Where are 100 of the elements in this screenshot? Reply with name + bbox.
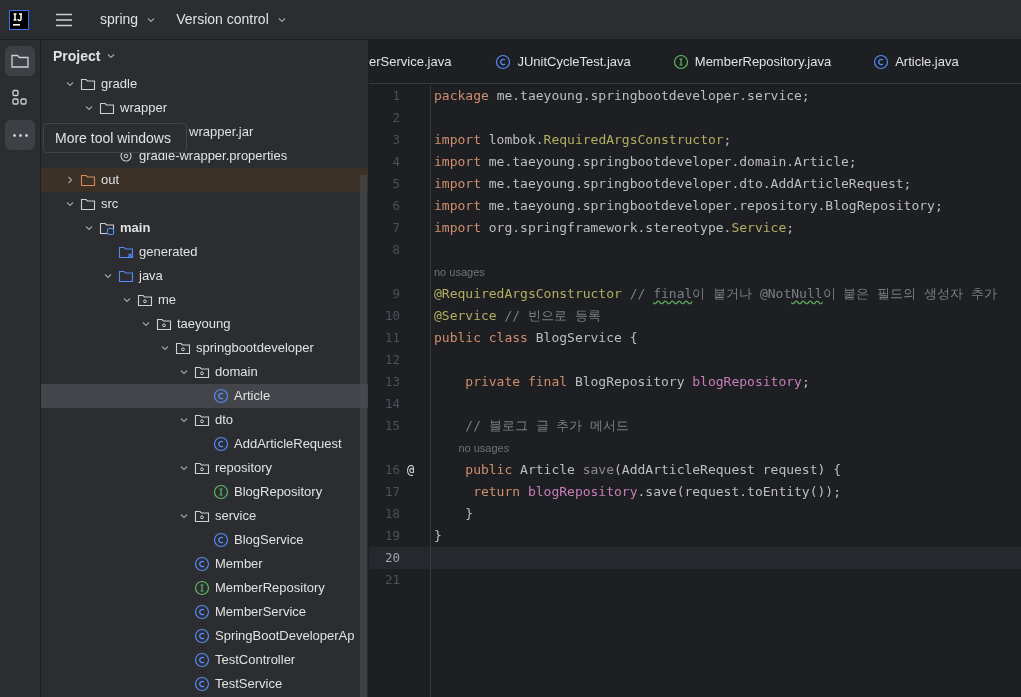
panel-title[interactable]: Project (53, 45, 101, 67)
tree-item[interactable]: AddArticleRequest (198, 434, 342, 454)
tree-item[interactable]: MemberService (179, 602, 307, 622)
code-line: public Article save(AddArticleRequest request) { (464, 461, 841, 480)
interface-icon (194, 580, 210, 596)
menu-icon[interactable] (55, 12, 73, 27)
class-icon (194, 556, 210, 572)
tool-window-button[interactable] (5, 46, 35, 76)
code-line: import me.taeyoung.springbootdeveloper.domain.Article; (433, 153, 857, 172)
chevron-down-icon[interactable] (84, 103, 94, 113)
code-line: } (433, 527, 442, 546)
app-logo-icon[interactable] (9, 9, 29, 30)
tab-label: Article.java (895, 52, 959, 71)
source-folder-icon (99, 220, 115, 236)
tree-item[interactable]: wrapper (84, 98, 167, 118)
gutter-mark[interactable]: @ (407, 461, 415, 479)
caret-icon[interactable] (106, 51, 117, 61)
code-line: private final BlogRepository blogRepository; (464, 373, 810, 392)
tree-item[interactable]: domain (179, 362, 258, 382)
line-number: 20 (383, 548, 400, 567)
tree-item[interactable]: src (65, 194, 119, 214)
tree-item[interactable]: out (65, 170, 120, 190)
class-icon (194, 628, 210, 644)
tooltip: More tool windows (43, 123, 187, 153)
editor-tab[interactable]: JUnitCycleTest.java (495, 40, 673, 83)
tree-item[interactable]: TestService (179, 674, 283, 694)
tree-item[interactable]: Member (179, 554, 263, 574)
package-icon (194, 460, 210, 476)
chevron-down-icon[interactable] (179, 511, 189, 521)
code-line: import org.springframework.stereotype.Service; (433, 219, 795, 238)
class-icon (213, 388, 229, 404)
code-line: } (464, 505, 474, 524)
chevron-down-icon[interactable] (65, 79, 75, 89)
vcs-dropdown[interactable]: Version control (176, 9, 287, 30)
inlay-hint[interactable]: no usages (431, 439, 510, 457)
package-icon (194, 364, 210, 380)
tree-item[interactable]: generated (103, 242, 198, 262)
package-icon (194, 508, 210, 524)
package-icon (175, 340, 191, 356)
code-line: import me.taeyoung.springbootdeveloper.repository.BlogRepository; (433, 197, 943, 216)
editor-tab[interactable]: MemberRepository.java (672, 40, 874, 83)
tree-item[interactable]: SpringBootDeveloperAp (179, 626, 355, 646)
tree-item[interactable]: Article (198, 386, 271, 406)
tree-item[interactable]: springbootdeveloper (160, 338, 314, 358)
folder-icon (99, 100, 115, 116)
generated-folder-icon (118, 244, 134, 260)
tab-label: erService.java (369, 52, 452, 71)
package-icon (137, 292, 153, 308)
chevron-right-icon[interactable] (65, 175, 75, 185)
folder-icon (80, 172, 96, 188)
chevron-down-icon[interactable] (179, 463, 189, 473)
code-line: @Service // 빈으로 등록 (433, 307, 601, 326)
tree-item[interactable]: BlogRepository (198, 482, 323, 502)
inlay-hint[interactable]: no usages (431, 263, 485, 281)
tree-item[interactable]: service (179, 506, 257, 526)
tool-window-button[interactable] (5, 120, 35, 150)
project-dropdown[interactable]: spring (100, 9, 157, 30)
class-icon (194, 604, 210, 620)
code-line: // 블로그 글 추가 메서드 (464, 417, 630, 436)
chevron-down-icon[interactable] (141, 319, 151, 329)
tree-item[interactable]: wrapper.jar (189, 122, 254, 142)
chevron-down-icon[interactable] (65, 199, 75, 209)
tab-label: JUnitCycleTest.java (517, 52, 631, 71)
class-icon (194, 652, 210, 668)
tree-item[interactable]: taeyoung (141, 314, 231, 334)
folder-icon (80, 196, 96, 212)
tree-item[interactable]: java (103, 266, 163, 286)
package-icon (156, 316, 172, 332)
chevron-down-icon[interactable] (179, 367, 189, 377)
chevron-down-icon[interactable] (179, 415, 189, 425)
code-line: return blogRepository.save(request.toEntity()); (472, 483, 841, 502)
class-icon (873, 53, 890, 70)
scrollbar[interactable] (360, 175, 367, 697)
tab-label: MemberRepository.java (694, 52, 832, 71)
chevron-down-icon[interactable] (122, 295, 132, 305)
tree-item[interactable]: main (84, 218, 151, 238)
class-icon (213, 532, 229, 548)
package-icon (194, 412, 210, 428)
chevron-down-icon[interactable] (160, 343, 170, 353)
code-line: package me.taeyoung.springbootdeveloper.service; (433, 87, 810, 106)
tree-item[interactable]: repository (179, 458, 273, 478)
tree-item[interactable]: dto (179, 410, 234, 430)
tree-item[interactable]: TestController (179, 650, 296, 670)
chevron-down-icon[interactable] (84, 223, 94, 233)
tree-item[interactable]: MemberRepository (179, 578, 325, 598)
folder-icon (118, 268, 134, 284)
code-line: import lombok.RequiredArgsConstructor; (433, 131, 732, 150)
tree-item[interactable]: me (122, 290, 177, 310)
code-line: @RequiredArgsConstructor // final이 붙거나 @NotNull이 붙은 필드의 생성자 추가 (433, 285, 997, 304)
editor-tab[interactable]: erService.java (369, 40, 496, 83)
chevron-down-icon[interactable] (103, 271, 113, 281)
class-icon (194, 676, 210, 692)
code-line: public class BlogService { (433, 329, 638, 348)
editor-tab[interactable]: Article.java (873, 40, 1001, 83)
tree-item[interactable]: gradle (65, 74, 138, 94)
tree-item[interactable]: BlogService (198, 530, 304, 550)
folder-icon (80, 76, 96, 92)
more-icon (12, 133, 28, 137)
interface-icon (672, 53, 689, 70)
interface-icon (213, 484, 229, 500)
